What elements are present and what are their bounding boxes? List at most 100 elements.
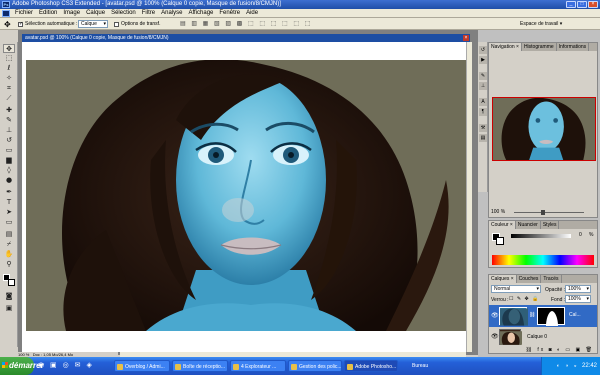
brushes-panel-icon[interactable]: ✎ [479, 72, 487, 80]
taskbar-item-explorer[interactable]: 4 Explorateur ... [230, 360, 286, 372]
taskbar-item-inbox[interactable]: Boîte de réceptio... [172, 360, 228, 372]
navigator-zoom[interactable]: 100 % [491, 209, 505, 215]
portrait-image [26, 60, 466, 331]
blend-mode-dropdown[interactable]: Normal [491, 285, 541, 293]
fill-field[interactable]: 100% [565, 295, 591, 303]
marquee-tool-icon[interactable]: ⬚ [3, 54, 15, 63]
color-channel-slider[interactable] [511, 234, 571, 238]
auto-select-dropdown[interactable]: Calque [78, 20, 108, 28]
align-buttons[interactable]: ▤ ▥ ▦ ▧ ▨ ▩ ⬚ ⬚ ⬚ ⬚ ⬚ ⬚ [180, 20, 400, 28]
menu-aide[interactable]: Aide [243, 9, 261, 18]
pen-tool-icon[interactable]: ✒ [3, 188, 15, 197]
menu-edition[interactable]: Edition [36, 9, 60, 18]
tab-color[interactable]: Couleur × [489, 221, 516, 229]
history-brush-icon[interactable]: ↺ [3, 136, 15, 145]
menu-calque[interactable]: Calque [83, 9, 108, 18]
taskbar-item-photoshop[interactable]: Adobe Photosho... [344, 360, 398, 372]
navigator-thumbnail[interactable] [492, 97, 596, 161]
tab-info[interactable]: Informations [557, 43, 590, 51]
paragraph-panel-icon[interactable]: ¶ [479, 108, 487, 116]
clone-source-icon[interactable]: ⊥ [479, 82, 487, 90]
slice-tool-icon[interactable]: ⟋ [3, 94, 15, 103]
color-background-swatch[interactable] [496, 237, 504, 245]
navigator-zoom-slider[interactable] [514, 212, 584, 213]
layer-comps-icon[interactable]: ▤ [479, 134, 487, 142]
close-button[interactable]: × [588, 1, 598, 8]
dodge-tool-icon[interactable]: ● [3, 176, 15, 185]
taskbar-item-fonts[interactable]: Gestion des polic... [288, 360, 342, 372]
healing-brush-icon[interactable]: ✚ [3, 106, 15, 115]
background-color-swatch[interactable] [8, 279, 15, 286]
auto-select-checkbox[interactable] [18, 21, 23, 27]
menu-fenetre[interactable]: Fenêtre [216, 9, 243, 18]
menu-affichage[interactable]: Affichage [185, 9, 216, 18]
color-spectrum-bar[interactable] [492, 255, 594, 265]
shape-tool-icon[interactable]: ▭ [3, 218, 15, 227]
path-selection-icon[interactable]: ➤ [3, 208, 15, 217]
layer-chain-icon[interactable]: ⛓ [529, 312, 535, 318]
canvas-image[interactable] [26, 60, 466, 331]
history-panel-icon[interactable]: ↺ [479, 46, 487, 54]
lock-icons[interactable]: ☐ ✎ ✥ 🔒 [509, 296, 539, 302]
move-tool-preset-icon[interactable]: ✥ [4, 20, 14, 29]
layer-name[interactable]: Calque 0 [527, 334, 547, 340]
eraser-tool-icon[interactable]: ▭ [3, 146, 15, 155]
gradient-tool-icon[interactable]: ▆ [3, 156, 15, 165]
brush-tool-icon[interactable]: ✎ [3, 116, 15, 125]
tab-navigation[interactable]: Navigation × [489, 43, 522, 51]
navigator-slider-thumb[interactable] [541, 210, 545, 215]
move-tool-icon[interactable]: ✥ [3, 44, 15, 53]
tab-layers[interactable]: Calques × [489, 275, 517, 283]
tab-paths[interactable]: Tracés [541, 275, 562, 283]
tab-histogram[interactable]: Histogramme [522, 43, 557, 51]
blur-tool-icon[interactable]: ◊ [3, 166, 15, 175]
color-channel-value[interactable]: 0 [579, 232, 582, 238]
tray-icons[interactable]: ◐ ◑ ◒ [557, 363, 582, 369]
opacity-field[interactable]: 100% [565, 285, 591, 293]
tab-styles[interactable]: Styles [541, 221, 560, 229]
zoom-tool-icon[interactable]: ⚲ [3, 260, 15, 269]
workspace-button[interactable]: Espace de travail ▾ [520, 21, 562, 27]
type-tool-icon[interactable]: T [3, 198, 15, 207]
transform-checkbox[interactable] [114, 22, 119, 27]
minimize-button[interactable]: _ [566, 1, 576, 8]
lock-label: Verrou : [491, 297, 509, 303]
screen-mode-icon[interactable]: ▣ [3, 304, 15, 313]
crop-tool-icon[interactable]: ⌗ [3, 84, 15, 93]
navigator-panel: Navigation × Histogramme Informations 100 … [488, 42, 598, 218]
notes-tool-icon[interactable]: ▤ [3, 230, 15, 239]
tool-presets-icon[interactable]: ⚒ [479, 124, 487, 132]
layer-row[interactable]: 👁 Calque 0 [489, 328, 597, 346]
tab-channels[interactable]: Couches [517, 275, 542, 283]
menu-selection[interactable]: Sélection [108, 9, 139, 18]
layers-footer-buttons[interactable]: ⛓ fx ◙ ◐ ▭ ▣ 🗑 [489, 347, 597, 354]
vertical-scrollbar[interactable] [466, 42, 472, 352]
menu-image[interactable]: Image [60, 9, 83, 18]
start-button[interactable]: démarrer [0, 357, 44, 375]
quick-mask-icon[interactable]: ◙ [3, 292, 15, 301]
layer-name[interactable]: Cal... [569, 312, 581, 318]
transform-label: Options de transf. [121, 21, 161, 27]
layer-mask-thumbnail[interactable] [537, 307, 565, 326]
hand-tool-icon[interactable]: ✋ [3, 250, 15, 259]
app-menu-icon[interactable] [2, 10, 10, 17]
taskbar-desktop-toolbar[interactable]: Bureau [412, 360, 428, 372]
clone-stamp-icon[interactable]: ⊥ [3, 126, 15, 135]
tab-swatches[interactable]: Nuancier [516, 221, 541, 229]
menu-fichier[interactable]: Fichier [12, 9, 36, 18]
quick-launch-icons[interactable]: ◉ ▣ ◎ ✉ ◈ [38, 360, 114, 372]
maximize-button[interactable]: □ [577, 1, 587, 8]
taskbar-item-overblog[interactable]: Overblog / Admi... [114, 360, 170, 372]
menu-filtre[interactable]: Filtre [139, 9, 158, 18]
lasso-tool-icon[interactable]: ℓ [3, 64, 15, 73]
eyedropper-icon[interactable]: ⌿ [3, 240, 15, 249]
document-close-icon[interactable]: × [463, 35, 469, 41]
fill-label: Fond : [551, 297, 566, 303]
layer-visibility-eye-icon[interactable]: 👁 [491, 312, 499, 319]
actions-panel-icon[interactable]: ▶ [479, 56, 487, 64]
menu-analyse[interactable]: Analyse [158, 9, 185, 18]
layer-visibility-eye-icon[interactable]: 👁 [491, 333, 499, 340]
magic-wand-icon[interactable]: ✧ [3, 74, 15, 83]
character-panel-icon[interactable]: A [479, 98, 487, 106]
layer-row-selected[interactable]: 👁 ⛓ Cal... [489, 305, 597, 327]
